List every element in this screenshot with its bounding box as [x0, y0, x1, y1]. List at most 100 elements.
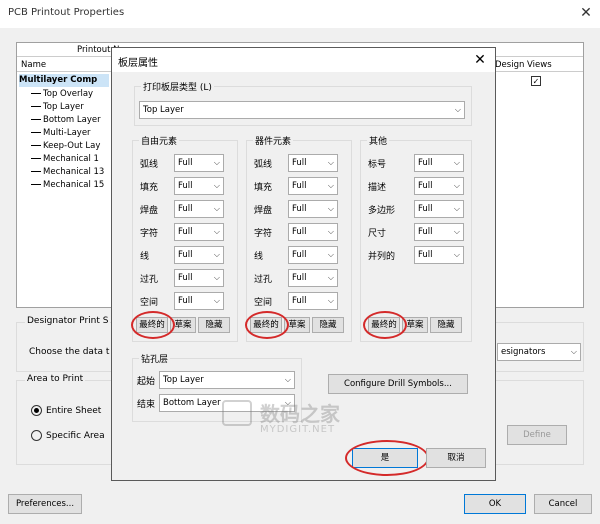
select-value: Full: [292, 273, 307, 283]
other-row-select[interactable]: Full ⌵: [414, 246, 464, 264]
watermark-icon: [222, 400, 252, 426]
define-button[interactable]: Define: [507, 425, 567, 445]
component-row-select[interactable]: Full ⌵: [288, 223, 338, 241]
tree-item[interactable]: Mechanical 1: [31, 153, 111, 166]
tree-item[interactable]: Bottom Layer: [31, 114, 111, 127]
select-value: Full: [292, 204, 307, 214]
free-row-select[interactable]: Full ⌵: [174, 200, 224, 218]
free-row-select[interactable]: Full ⌵: [174, 269, 224, 287]
component-row-select[interactable]: Full ⌵: [288, 269, 338, 287]
select-value: Full: [292, 250, 307, 260]
drill-start-select[interactable]: Top Layer ⌵: [159, 371, 295, 389]
component-row-select[interactable]: Full ⌵: [288, 154, 338, 172]
highlight-circle: [363, 311, 407, 339]
component-row-label: 焊盘: [254, 206, 273, 216]
print-layer-type-label: 打印板层类型 (L): [141, 80, 214, 93]
dialog-title: 板层属性: [118, 58, 158, 69]
designators-select[interactable]: esignators ⌵: [497, 343, 581, 361]
component-row-select[interactable]: Full ⌵: [288, 177, 338, 195]
select-value: Full: [292, 181, 307, 191]
tree-item[interactable]: Mechanical 15: [31, 179, 111, 192]
component-row-select[interactable]: Full ⌵: [288, 292, 338, 310]
component-row-label: 线: [254, 252, 264, 262]
component-hidden-button[interactable]: 隐藏: [312, 317, 344, 333]
component-row-select[interactable]: Full ⌵: [288, 200, 338, 218]
free-hidden-button[interactable]: 隐藏: [198, 317, 230, 333]
drill-end-label: 结束: [137, 400, 156, 410]
tree-item[interactable]: Mechanical 13: [31, 166, 111, 179]
chevron-down-icon: ⌵: [213, 250, 220, 259]
radio-selected-icon: [31, 405, 42, 416]
preferences-button[interactable]: Preferences...: [8, 494, 82, 514]
select-value: Full: [178, 250, 193, 260]
tree-item[interactable]: Top Layer: [31, 101, 111, 114]
chevron-down-icon: ⌵: [327, 273, 334, 282]
chevron-down-icon: ⌵: [284, 375, 291, 384]
tree-item[interactable]: Top Overlay: [31, 88, 111, 101]
other-row-select[interactable]: Full ⌵: [414, 154, 464, 172]
tree-root-item[interactable]: Multilayer Comp: [19, 74, 109, 87]
component-row-label: 空间: [254, 298, 273, 308]
ok-button[interactable]: OK: [464, 494, 526, 514]
layer-properties-dialog: 板层属性 ✕ 打印板层类型 (L) Top Layer ⌵ 自由元素 器件元素 其…: [111, 47, 496, 481]
chevron-down-icon: ⌵: [454, 105, 461, 114]
other-row-select[interactable]: Full ⌵: [414, 223, 464, 241]
select-value: Full: [418, 181, 433, 191]
select-value: Full: [178, 296, 193, 306]
tree-item[interactable]: Keep-Out Lay: [31, 140, 111, 153]
other-row-select[interactable]: Full ⌵: [414, 200, 464, 218]
design-views-checkbox[interactable]: ✓: [531, 76, 541, 86]
outer-close-icon[interactable]: ✕: [576, 3, 596, 23]
free-row-select[interactable]: Full ⌵: [174, 177, 224, 195]
drill-group-title: 钻孔层: [139, 352, 171, 365]
component-row-select[interactable]: Full ⌵: [288, 246, 338, 264]
chevron-down-icon: ⌵: [453, 250, 460, 259]
dialog-title-bar: 板层属性 ✕: [112, 48, 495, 72]
chevron-down-icon: ⌵: [453, 158, 460, 167]
design-views-header: Design Views: [495, 60, 552, 70]
select-value: Full: [178, 227, 193, 237]
chevron-down-icon: ⌵: [213, 204, 220, 213]
chevron-down-icon: ⌵: [213, 181, 220, 190]
select-value: Full: [418, 158, 433, 168]
entire-sheet-radio[interactable]: Entire Sheet: [31, 405, 101, 416]
free-row-label: 空间: [140, 298, 159, 308]
chevron-down-icon: ⌵: [327, 181, 334, 190]
other-row-select[interactable]: Full ⌵: [414, 177, 464, 195]
chevron-down-icon: ⌵: [327, 296, 334, 305]
outer-title-bar: PCB Printout Properties ✕: [0, 0, 600, 28]
free-row-select[interactable]: Full ⌵: [174, 292, 224, 310]
free-row-label: 弧线: [140, 160, 159, 170]
select-value: Full: [178, 273, 193, 283]
other-row-label: 多边形: [368, 206, 396, 216]
free-row-label: 填充: [140, 183, 159, 193]
tree-item[interactable]: Multi-Layer: [31, 127, 111, 140]
highlight-circle: [131, 311, 175, 339]
free-row-select[interactable]: Full ⌵: [174, 154, 224, 172]
free-row-label: 焊盘: [140, 206, 159, 216]
cancel-button[interactable]: Cancel: [534, 494, 592, 514]
chevron-down-icon: ⌵: [570, 347, 577, 356]
other-hidden-button[interactable]: 隐藏: [430, 317, 462, 333]
chevron-down-icon: ⌵: [453, 181, 460, 190]
configure-drill-symbols-button[interactable]: Configure Drill Symbols...: [328, 374, 468, 394]
dialog-close-icon[interactable]: ✕: [469, 50, 491, 70]
designator-group-title: Designator Print S: [25, 316, 111, 326]
name-header: Name: [21, 60, 47, 70]
chevron-down-icon: ⌵: [327, 158, 334, 167]
free-row-select[interactable]: Full ⌵: [174, 223, 224, 241]
drill-start-label: 起始: [137, 377, 156, 387]
chevron-down-icon: ⌵: [213, 273, 220, 282]
cancel-button-cn[interactable]: 取消: [426, 448, 486, 468]
select-value: Full: [292, 296, 307, 306]
tree-children: Top Overlay Top Layer Bottom Layer Multi…: [31, 88, 111, 192]
print-layer-type-select[interactable]: Top Layer ⌵: [139, 101, 465, 119]
designator-description: Choose the data t: [29, 347, 110, 357]
other-row-label: 并列的: [368, 252, 396, 262]
free-row-label: 过孔: [140, 275, 159, 285]
component-row-label: 字符: [254, 229, 273, 239]
free-group-title: 自由元素: [139, 134, 180, 147]
specific-area-radio[interactable]: Specific Area: [31, 430, 105, 441]
chevron-down-icon: ⌵: [327, 204, 334, 213]
free-row-select[interactable]: Full ⌵: [174, 246, 224, 264]
